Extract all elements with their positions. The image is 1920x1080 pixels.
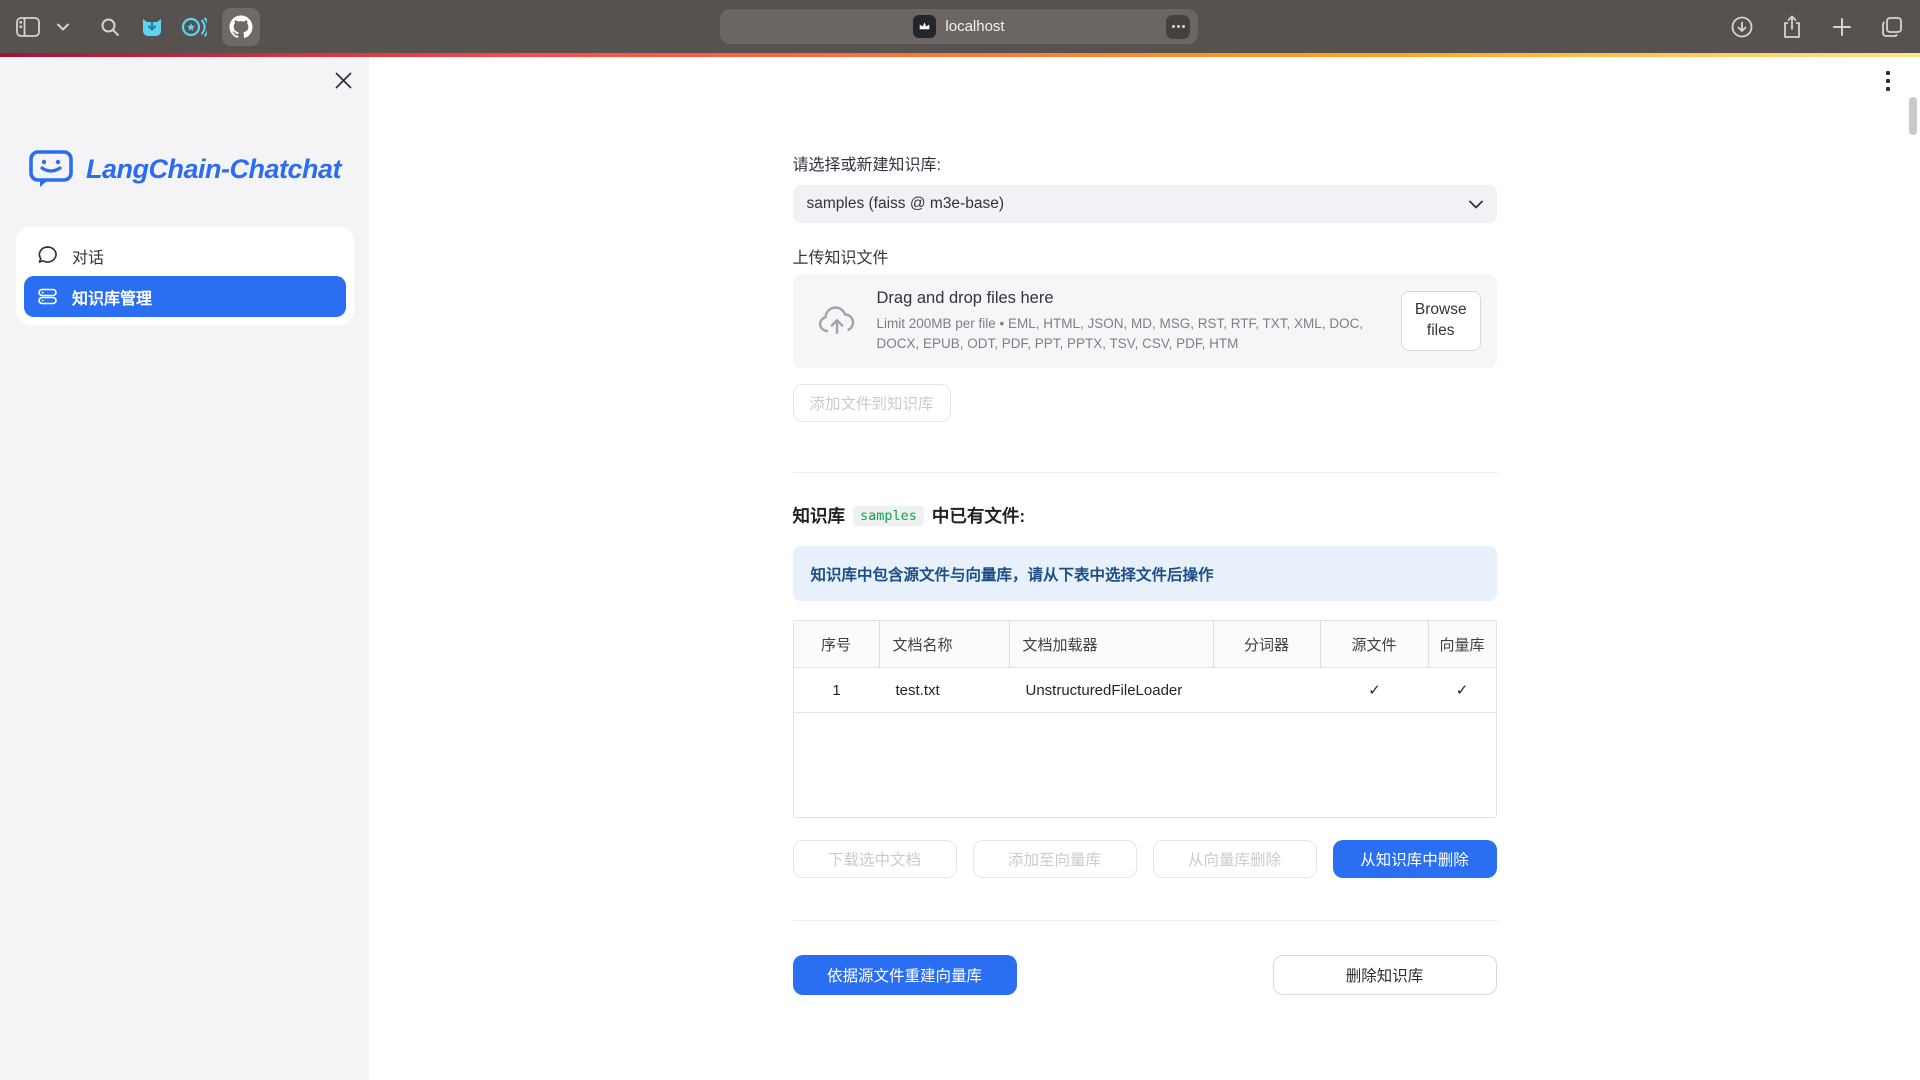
app-menu-icon[interactable] xyxy=(1878,67,1898,95)
file-actions: 下载选中文档 添加至向量库 从向量库删除 从知识库中删除 xyxy=(793,840,1497,878)
table-row[interactable]: 1 test.txt UnstructuredFileLoader ✓ ✓ xyxy=(794,667,1496,713)
url-text: localhost xyxy=(945,18,1004,35)
file-dropzone[interactable]: Drag and drop files here Limit 200MB per… xyxy=(793,274,1497,368)
col-source-file: 源文件 xyxy=(1321,621,1429,667)
main-area: 请选择或新建知识库: samples (faiss @ m3e-base) 上传… xyxy=(369,57,1920,1080)
dialogue-icon xyxy=(37,245,58,266)
download-selected-button[interactable]: 下载选中文档 xyxy=(793,840,957,878)
rebuild-vector-store-button[interactable]: 依据源文件重建向量库 xyxy=(793,955,1017,995)
app-logo-text: LangChain-Chatchat xyxy=(86,154,341,185)
share-icon[interactable] xyxy=(1778,13,1806,41)
address-bar[interactable]: localhost xyxy=(720,9,1198,44)
scrollbar-thumb[interactable] xyxy=(1909,97,1917,135)
sidebar-toggle-icon[interactable] xyxy=(14,13,42,41)
col-index: 序号 xyxy=(794,621,880,667)
col-loader: 文档加载器 xyxy=(1010,621,1214,667)
knowledge-base-icon xyxy=(37,286,58,307)
kb-name-code: samples xyxy=(853,506,924,526)
cell-splitter[interactable] xyxy=(1214,668,1321,712)
divider xyxy=(793,472,1497,473)
kb-files-heading: 知识库 samples 中已有文件: xyxy=(793,503,1497,528)
divider xyxy=(793,920,1497,921)
kb-select-value: samples (faiss @ m3e-base) xyxy=(807,195,1469,213)
cell-loader[interactable]: UnstructuredFileLoader xyxy=(1010,668,1214,712)
cell-source-file-check[interactable]: ✓ xyxy=(1321,668,1429,712)
upload-label: 上传知识文件 xyxy=(793,244,1497,268)
kb-select-label: 请选择或新建知识库: xyxy=(793,57,1497,175)
search-icon[interactable] xyxy=(96,13,124,41)
delete-kb-button[interactable]: 删除知识库 xyxy=(1273,955,1497,995)
rings-extension-icon[interactable] xyxy=(180,13,208,41)
remove-from-vector-store-button[interactable]: 从向量库删除 xyxy=(1153,840,1317,878)
site-favicon xyxy=(913,15,936,38)
kb-footer-actions: 依据源文件重建向量库 删除知识库 xyxy=(793,955,1497,995)
col-doc-name: 文档名称 xyxy=(880,621,1010,667)
browser-toolbar: localhost xyxy=(0,0,1920,53)
delete-from-kb-button[interactable]: 从知识库中删除 xyxy=(1333,840,1497,878)
chevron-down-icon[interactable] xyxy=(56,13,70,41)
download-icon[interactable] xyxy=(1728,13,1756,41)
page-settings-icon[interactable] xyxy=(1166,15,1190,39)
sidebar-nav: 对话 知识库管理 xyxy=(16,227,354,325)
sidebar-close-icon[interactable] xyxy=(330,67,356,93)
sidebar-item-label: 知识库管理 xyxy=(72,285,152,309)
cell-vector-store-check[interactable]: ✓ xyxy=(1429,668,1496,712)
col-splitter: 分词器 xyxy=(1214,621,1321,667)
table-header-row: 序号 文档名称 文档加载器 分词器 源文件 向量库 xyxy=(794,621,1496,667)
select-chevron-down-icon xyxy=(1469,200,1483,209)
app-logo: LangChain-Chatchat xyxy=(29,149,341,189)
sidebar: LangChain-Chatchat 对话 知识库管理 xyxy=(0,57,369,1080)
add-to-vector-store-button[interactable]: 添加至向量库 xyxy=(973,840,1137,878)
sidebar-item-dialogue[interactable]: 对话 xyxy=(24,235,346,276)
col-vector-store: 向量库 xyxy=(1429,621,1496,667)
cloud-upload-icon xyxy=(817,305,857,337)
sidebar-item-kb-management[interactable]: 知识库管理 xyxy=(24,276,346,317)
sidebar-item-label: 对话 xyxy=(72,244,104,268)
browse-files-button[interactable]: Browse files xyxy=(1401,291,1481,351)
dropzone-limit-text: Limit 200MB per file • EML, HTML, JSON, … xyxy=(877,314,1401,353)
info-banner: 知识库中包含源文件与向量库，请从下表中选择文件后操作 xyxy=(793,546,1497,601)
cat-extension-icon[interactable] xyxy=(138,13,166,41)
chat-bubble-logo-icon xyxy=(29,149,73,189)
tab-overview-icon[interactable] xyxy=(1878,13,1906,41)
add-files-to-kb-button[interactable]: 添加文件到知识库 xyxy=(793,384,951,422)
dropzone-title: Drag and drop files here xyxy=(877,289,1401,308)
cell-doc-name[interactable]: test.txt xyxy=(880,668,1010,712)
github-extension-icon[interactable] xyxy=(222,8,260,46)
new-tab-icon[interactable] xyxy=(1828,13,1856,41)
kb-files-table: 序号 文档名称 文档加载器 分词器 源文件 向量库 1 test.txt Uns… xyxy=(793,620,1497,818)
cell-index[interactable]: 1 xyxy=(794,668,880,712)
kb-heading-prefix: 知识库 xyxy=(793,503,846,528)
kb-heading-suffix: 中已有文件: xyxy=(932,503,1025,528)
kb-select[interactable]: samples (faiss @ m3e-base) xyxy=(793,185,1497,223)
info-banner-text: 知识库中包含源文件与向量库，请从下表中选择文件后操作 xyxy=(811,563,1214,585)
